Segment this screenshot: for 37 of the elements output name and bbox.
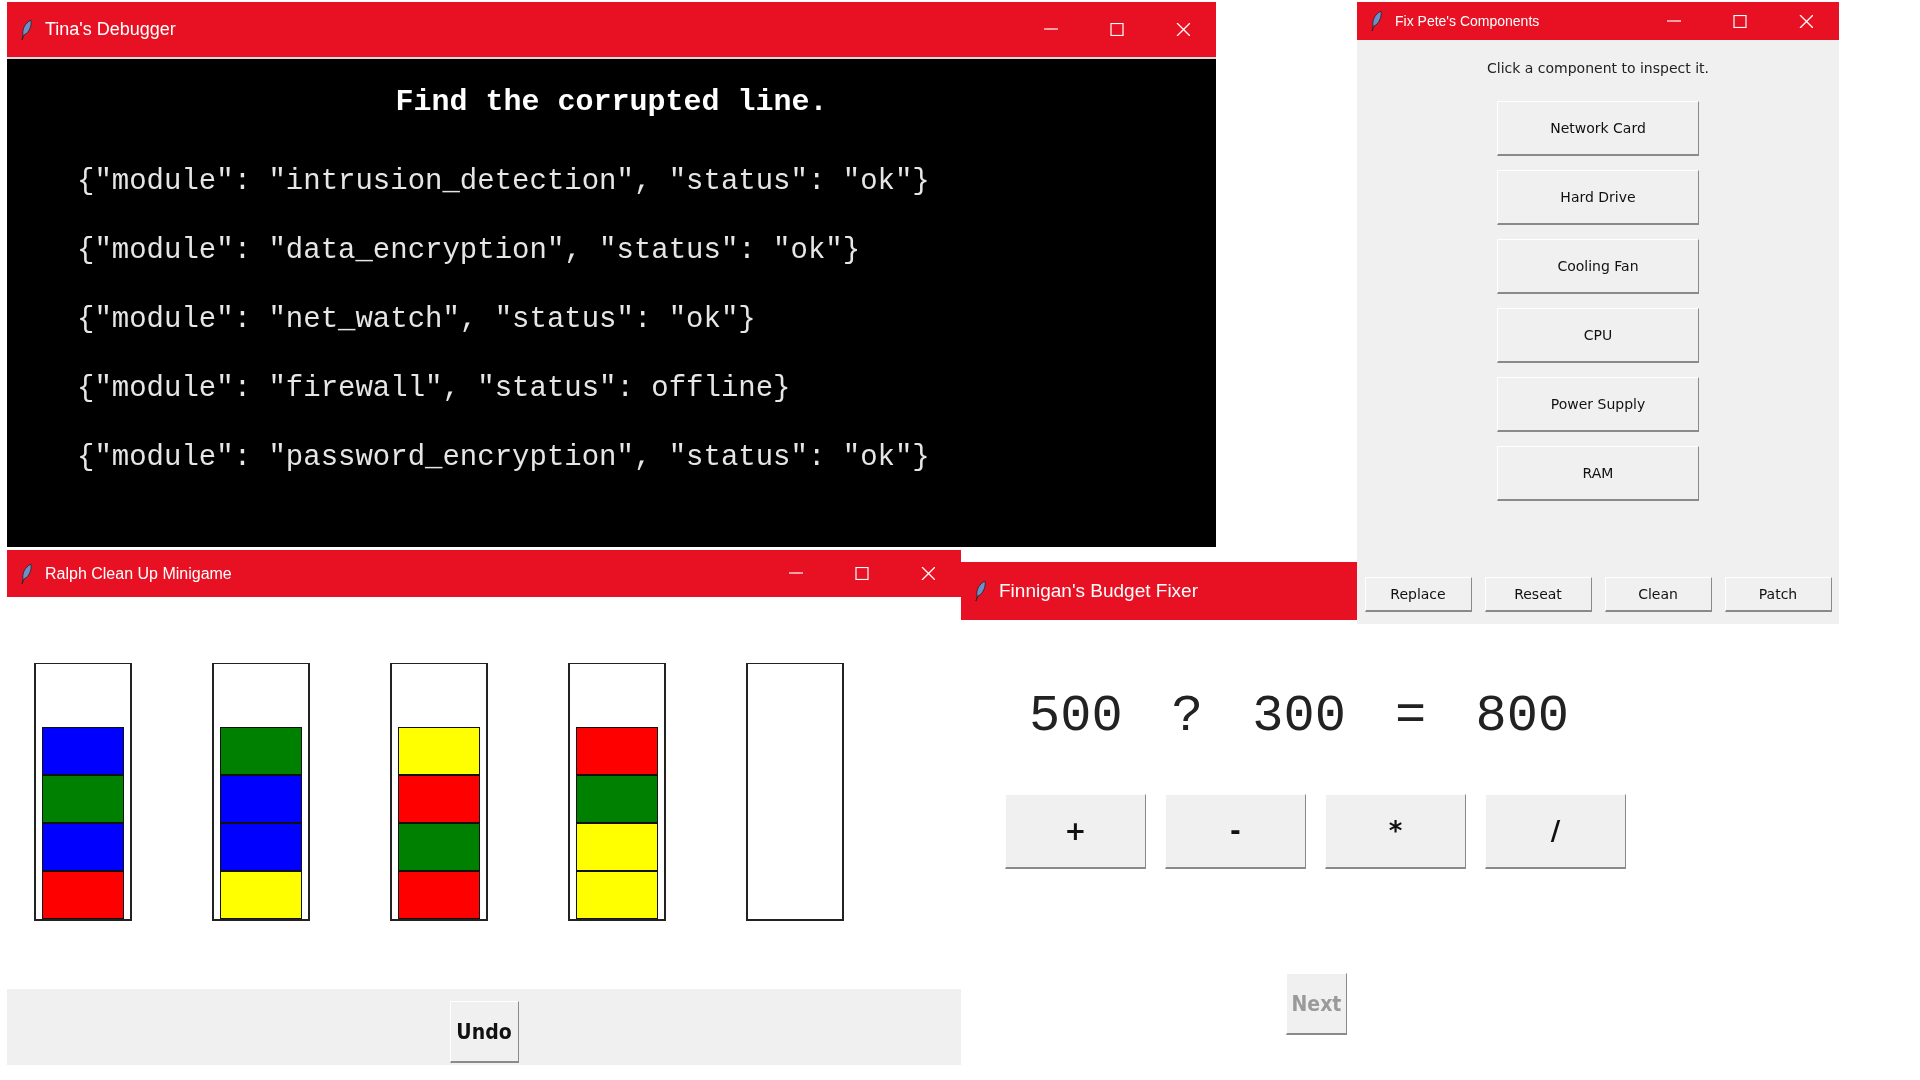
window-title: Finnigan's Budget Fixer <box>999 580 1198 602</box>
operator-button[interactable]: / <box>1485 794 1626 869</box>
code-line: {"module": "data_encryption", "status": "ok"} <box>77 233 862 269</box>
feather-icon <box>975 581 987 601</box>
action-button[interactable]: Patch <box>1724 577 1832 612</box>
component-button[interactable]: Power Supply <box>1497 377 1699 432</box>
component-button[interactable]: RAM <box>1497 446 1699 501</box>
close-icon <box>1799 14 1813 28</box>
window-title: Ralph Clean Up Minigame <box>45 564 233 583</box>
action-button[interactable]: Clean <box>1604 577 1712 612</box>
operator-button[interactable]: + <box>1005 794 1146 869</box>
operator-button[interactable]: - <box>1165 794 1306 869</box>
close-icon <box>921 567 935 580</box>
window-title: Tina's Debugger <box>45 19 177 40</box>
feather-icon <box>21 19 33 40</box>
component-button[interactable]: CPU <box>1497 308 1699 363</box>
heading: Find the corrupted line. <box>395 85 828 119</box>
code-line: {"module": "intrusion_detection", "status": "ok"} <box>77 164 931 200</box>
close-icon <box>1176 23 1190 36</box>
code-line: {"module": "firewall", "status": offline} <box>77 371 792 407</box>
maximize-icon <box>1110 23 1124 36</box>
action-button[interactable]: Replace <box>1364 577 1472 612</box>
component-button[interactable]: Network Card <box>1497 101 1699 156</box>
maximize-icon <box>855 567 869 580</box>
maximize-icon <box>1733 14 1747 28</box>
window-title: Fix Pete's Components <box>1395 13 1541 29</box>
undo-button[interactable]: Undo <box>449 1001 519 1063</box>
component-button[interactable]: Hard Drive <box>1497 170 1699 225</box>
action-button[interactable]: Reseat <box>1484 577 1592 612</box>
operator-button[interactable]: * <box>1325 794 1466 869</box>
feather-icon <box>21 563 33 584</box>
equation: 500 ? 300 = 800 <box>1029 686 1570 748</box>
feather-icon <box>1371 11 1383 31</box>
instruction-text: Click a component to inspect it. <box>1487 60 1709 76</box>
component-button[interactable]: Cooling Fan <box>1497 239 1699 294</box>
code-line: {"module": "password_encryption", "status": "ok"} <box>77 440 931 476</box>
code-line: {"module": "net_watch", "status": "ok"} <box>77 302 757 338</box>
